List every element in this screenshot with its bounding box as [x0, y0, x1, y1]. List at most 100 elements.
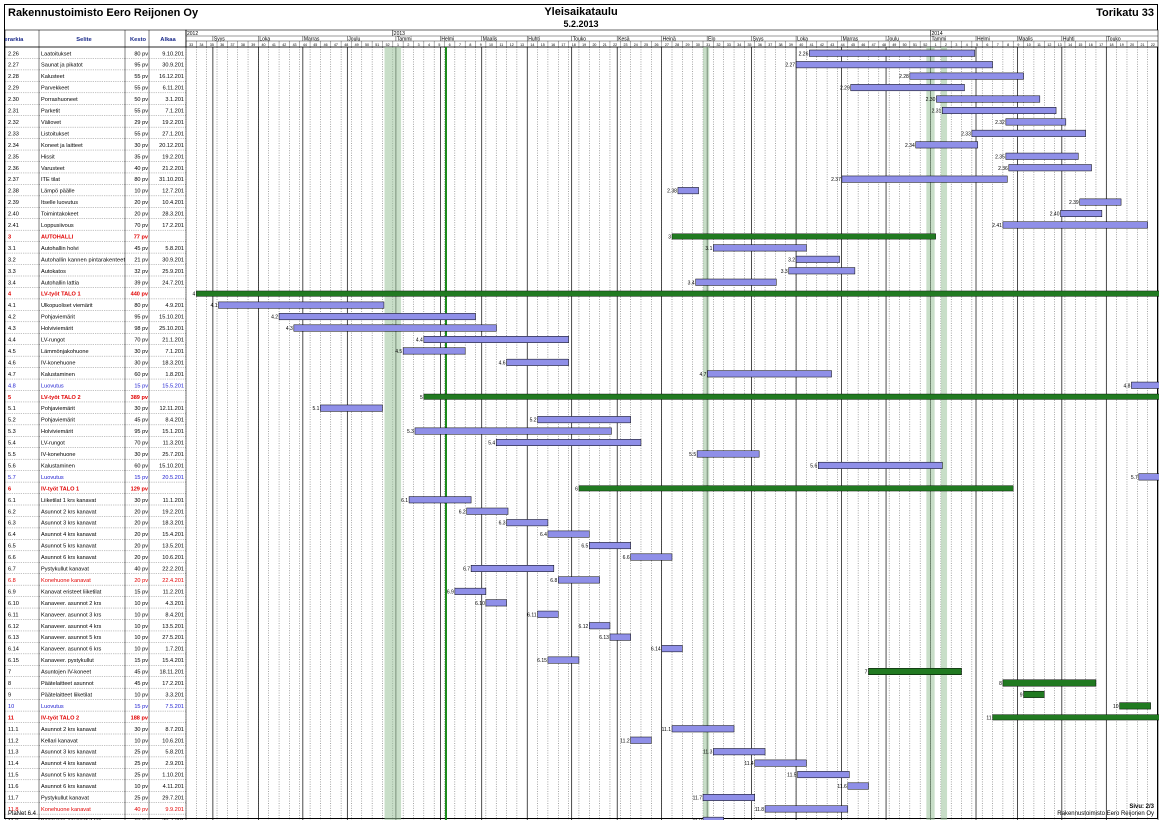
row-name: IV-konehuone	[41, 360, 76, 366]
task-bar	[713, 244, 807, 252]
row-duration: 15 pv	[134, 704, 148, 710]
task-bar	[868, 668, 962, 675]
week-label: 47	[334, 43, 338, 47]
row-id: 5.2	[8, 418, 16, 424]
row-id: 10	[8, 704, 14, 710]
row-id: 2.39	[8, 200, 19, 206]
row-start: 20.12.201	[159, 143, 184, 149]
bar-label: 8	[999, 681, 1002, 687]
row-name: Asunnot 4 krs kanavat	[41, 532, 97, 538]
task-bar	[696, 450, 760, 458]
week-label: 51	[913, 43, 917, 47]
row-id: 5.7	[8, 475, 16, 481]
row-duration: 15 pv	[134, 475, 148, 481]
row-duration: 20 pv	[134, 521, 148, 527]
row-start: 7.5.201	[165, 704, 184, 710]
row-name: IV-työt TALO 1	[41, 486, 79, 492]
row-duration: 30 pv	[134, 406, 148, 412]
task-bar	[702, 794, 755, 801]
column-header-dur: Kesto	[130, 37, 147, 43]
bar-label: 2.29	[840, 86, 850, 92]
bar-label: 6.14	[651, 647, 661, 653]
row-duration: 440 pv	[131, 292, 149, 298]
month-label: Marras	[304, 36, 320, 42]
summary-bar	[992, 714, 1159, 721]
row-start: 3.1.201	[165, 97, 184, 103]
bar-label: 2.39	[1069, 200, 1079, 206]
week-label: 46	[324, 43, 328, 47]
holiday-band	[703, 47, 710, 820]
task-bar	[537, 416, 631, 424]
bar-label: 2.32	[995, 120, 1005, 126]
bar-label: 11.6	[837, 784, 847, 790]
bar-label: 4.7	[699, 372, 706, 378]
row-name: Autohallin lattia	[41, 280, 80, 286]
row-duration: 55 pv	[134, 109, 148, 115]
row-name: Pohjaviemärit	[41, 406, 75, 412]
week-label: 41	[810, 43, 814, 47]
row-name: Lämmönjakohuone	[41, 349, 89, 355]
week-label: 12	[1047, 43, 1051, 47]
week-label: 1	[935, 43, 937, 47]
month-label: Maalis	[483, 36, 498, 42]
week-label: 48	[344, 43, 348, 47]
row-start: 13.5.201	[162, 544, 184, 550]
row-start: 11.2.201	[163, 589, 184, 595]
row-duration: 25 pv	[134, 761, 148, 767]
row-duration: 188 pv	[131, 715, 149, 721]
week-label: 46	[861, 43, 865, 47]
week-label: 2	[945, 43, 947, 47]
row-name: Luovutus	[41, 383, 64, 389]
row-name: Pystykullut kanavat	[41, 796, 89, 802]
row-duration: 20 pv	[134, 544, 148, 550]
row-duration: 60 pv	[134, 372, 148, 378]
row-start: 16.12.201	[159, 74, 184, 80]
row-id: 6.9	[8, 589, 16, 595]
summary-bar	[423, 393, 1159, 400]
row-id: 2.33	[8, 131, 19, 137]
week-label: 30	[696, 43, 700, 47]
row-duration: 10 pv	[134, 601, 148, 607]
bar-label: 6.7	[463, 567, 470, 573]
bar-label: 3.4	[688, 280, 695, 286]
task-bar	[1002, 679, 1097, 687]
column-header-start: Alkaa	[160, 37, 176, 43]
row-duration: 20 pv	[134, 555, 148, 561]
row-duration: 40 pv	[134, 567, 148, 573]
task-bar	[754, 759, 807, 767]
row-id: 4.6	[8, 360, 16, 366]
gantt-sheet: Rakennustoimisto Eero Reijonen Oy Yleisa…	[4, 4, 1159, 820]
week-label: 34	[737, 43, 741, 47]
task-bar	[1138, 473, 1159, 481]
week-label: 21	[603, 43, 607, 47]
bar-label: 4.2	[271, 315, 278, 321]
bar-label: 11.3	[703, 750, 713, 756]
task-bar	[942, 107, 1057, 114]
row-name: Toimintakokeet	[41, 212, 79, 218]
task-bar	[915, 141, 979, 149]
row-id: 3.3	[8, 269, 16, 275]
task-bar	[495, 439, 642, 446]
row-duration: 95 pv	[134, 315, 148, 321]
week-label: 20	[1130, 43, 1134, 47]
week-label: 21	[1140, 43, 1144, 47]
row-name: IV-työt TALO 2	[41, 715, 79, 721]
task-bar	[1079, 198, 1122, 206]
week-label: 6	[449, 43, 451, 47]
task-bar	[809, 49, 976, 57]
task-bar	[788, 267, 856, 275]
task-bar	[589, 622, 611, 630]
task-bar	[402, 347, 466, 355]
row-duration: 39 pv	[134, 280, 148, 286]
bar-label: 5.3	[407, 429, 414, 435]
row-start: 22.2.201	[162, 567, 184, 573]
row-start: 27.5.201	[162, 635, 184, 641]
bar-label: 2.36	[998, 166, 1008, 172]
row-name: Kalusteet	[41, 74, 65, 80]
bar-label: 6.1	[401, 498, 408, 504]
week-label: 42	[282, 43, 286, 47]
row-duration: 80 pv	[134, 177, 148, 183]
row-start: 25.9.201	[162, 269, 184, 275]
row-duration: 95 pv	[134, 63, 148, 69]
week-label: 31	[706, 43, 710, 47]
